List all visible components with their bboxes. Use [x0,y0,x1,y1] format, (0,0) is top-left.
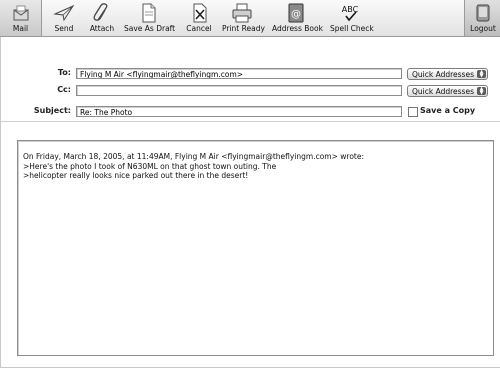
save-copy-checkbox[interactable] [408,107,418,117]
body-line: On Friday, March 18, 2005, at 11:49AM, F… [23,152,364,161]
spell-check-icon: ABC [342,5,359,22]
cc-field[interactable] [76,85,402,96]
attach-label: Attach [89,24,115,33]
quick-addresses-label: Quick Addresses [412,70,474,79]
cc-label: Cc: [57,85,71,94]
logout-button[interactable]: Logout [464,0,500,36]
subject-field[interactable]: Re: The Photo [76,106,402,117]
body-line: >Here's the photo I took of N630ML on th… [23,161,277,171]
send-button[interactable]: Send [47,0,81,36]
body-line: >helicopter really looks nice parked out… [23,171,249,180]
cancel-label: Cancel [186,24,212,33]
address-book-icon: @ [288,3,304,23]
spell-check-button[interactable]: ABC Spell Check [330,0,374,36]
quick-addresses-to-select[interactable]: Quick Addresses ▲ ▼ [407,68,488,80]
mail-tab-label: Mail [12,24,29,33]
mail-tab[interactable]: Mail [0,0,42,36]
to-label: To: [57,68,71,77]
to-field[interactable]: Flying M Air <flyingmair@theflyingm.com> [76,68,402,79]
logout-icon [476,4,490,22]
logout-label: Logout [470,24,496,33]
toolbar: Mail Send Attach Save As Draft Cancel Pr… [0,0,500,37]
quick-addresses-label: Quick Addresses [412,87,474,96]
spell-check-label: Spell Check [330,24,374,33]
cancel-button[interactable]: Cancel [184,0,214,36]
save-draft-icon [142,3,156,23]
attach-icon [93,3,108,21]
attach-button[interactable]: Attach [85,0,119,36]
save-as-draft-label: Save As Draft [124,24,176,33]
divider [1,121,500,122]
print-ready-button[interactable]: Print Ready [222,0,265,36]
address-book-button[interactable]: @ Address Book [272,0,323,36]
quick-addresses-cc-select[interactable]: Quick Addresses ▲ ▼ [407,85,488,97]
cancel-icon [193,3,207,23]
stepper-arrows-icon: ▲ ▼ [477,70,486,79]
print-ready-label: Print Ready [222,24,265,33]
send-icon [53,4,75,22]
print-icon [232,3,252,23]
stepper-arrows-icon: ▲ ▼ [477,87,486,96]
svg-text:@: @ [291,9,301,20]
save-as-draft-button[interactable]: Save As Draft [124,0,176,36]
mail-icon [13,5,28,21]
message-body[interactable]: On Friday, March 18, 2005, at 11:49AM, F… [17,140,494,356]
send-label: Send [54,24,74,33]
subject-label: Subject: [33,106,71,115]
save-copy-label: Save a Copy [420,106,476,115]
address-book-label: Address Book [272,24,323,33]
